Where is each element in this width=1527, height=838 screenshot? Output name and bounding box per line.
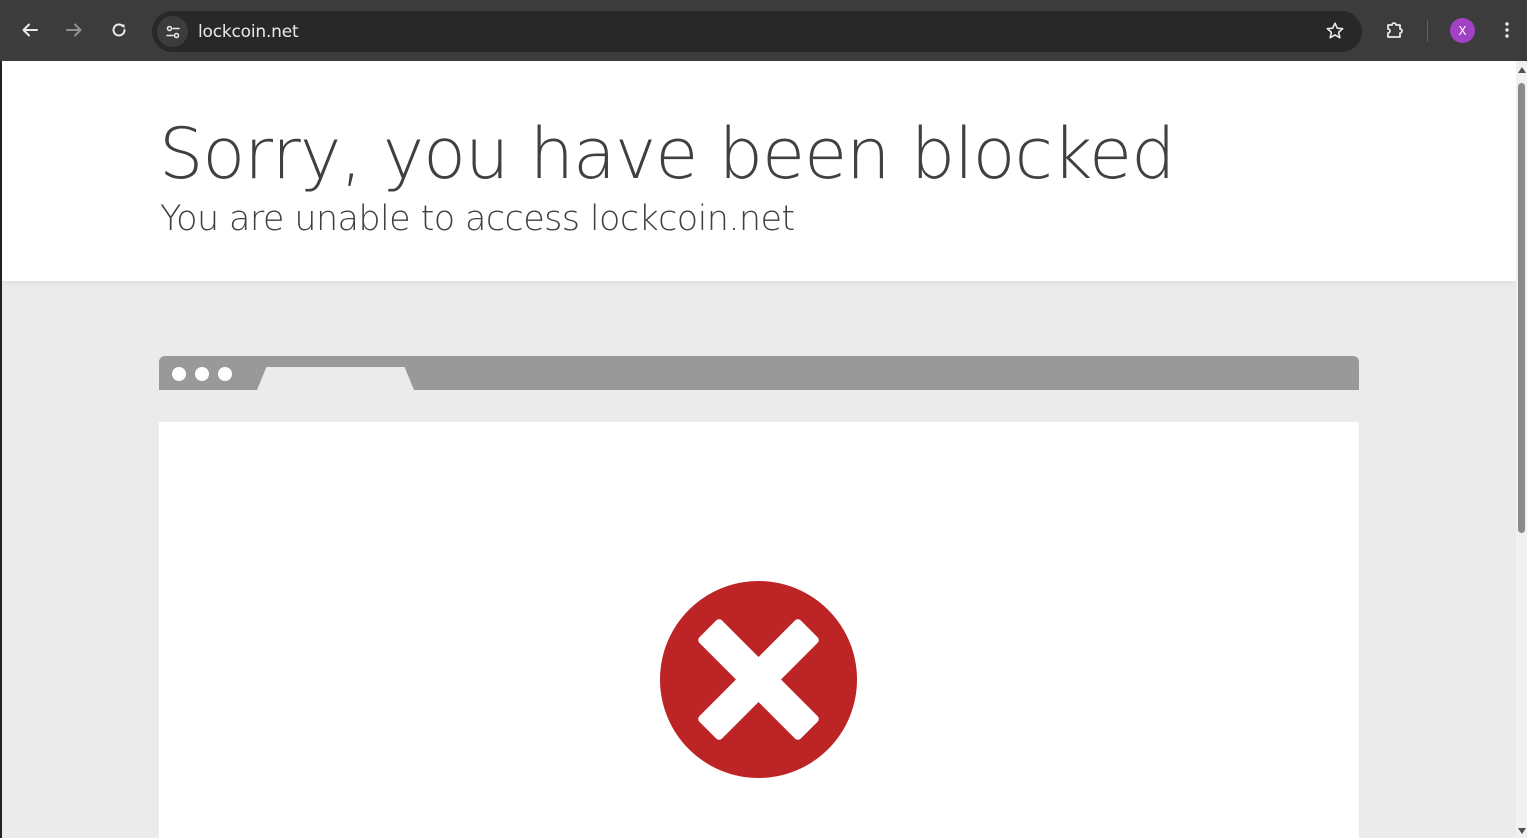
- reload-button[interactable]: [104, 15, 134, 45]
- address-bar[interactable]: lockcoin.net: [152, 11, 1362, 52]
- profile-avatar[interactable]: X: [1450, 18, 1475, 43]
- illustration-tab: [257, 367, 414, 390]
- scroll-up-icon[interactable]: [1518, 67, 1526, 73]
- bookmark-button[interactable]: [1324, 20, 1346, 42]
- arrow-left-icon: [22, 23, 38, 37]
- url-text[interactable]: lockcoin.net: [198, 22, 299, 42]
- back-button[interactable]: [15, 15, 45, 45]
- page-scrollbar[interactable]: [1516, 61, 1527, 838]
- browser-illustration-body: [159, 422, 1359, 838]
- scrollbar-thumb[interactable]: [1518, 83, 1525, 533]
- browser-menu-button[interactable]: [1492, 15, 1522, 45]
- puzzle-icon: [1387, 22, 1403, 38]
- site-info-button[interactable]: [157, 16, 188, 47]
- block-header: Sorry, you have been blocked You are una…: [2, 61, 1516, 281]
- browser-toolbar: lockcoin.net X: [0, 0, 1527, 61]
- error-x-circle-icon: [659, 580, 858, 779]
- reload-icon: [112, 23, 126, 37]
- toolbar-divider: [1427, 20, 1428, 42]
- scroll-down-icon[interactable]: [1518, 828, 1526, 834]
- forward-button[interactable]: [59, 15, 89, 45]
- page-subtitle: You are unable to access lockcoin.net: [160, 199, 795, 239]
- arrow-right-icon: [66, 23, 82, 37]
- illustration-dot: [172, 367, 186, 381]
- page-title: Sorry, you have been blocked: [159, 113, 1176, 195]
- illustration-dot: [195, 367, 209, 381]
- page-viewport: Sorry, you have been blocked You are una…: [2, 61, 1516, 838]
- star-icon: [1326, 22, 1344, 39]
- tune-icon: [165, 25, 180, 38]
- illustration-dot: [218, 367, 232, 381]
- kebab-menu-icon: [1505, 22, 1509, 38]
- profile-initial: X: [1458, 23, 1467, 38]
- browser-illustration-bar: [159, 356, 1359, 390]
- extensions-button[interactable]: [1380, 15, 1410, 45]
